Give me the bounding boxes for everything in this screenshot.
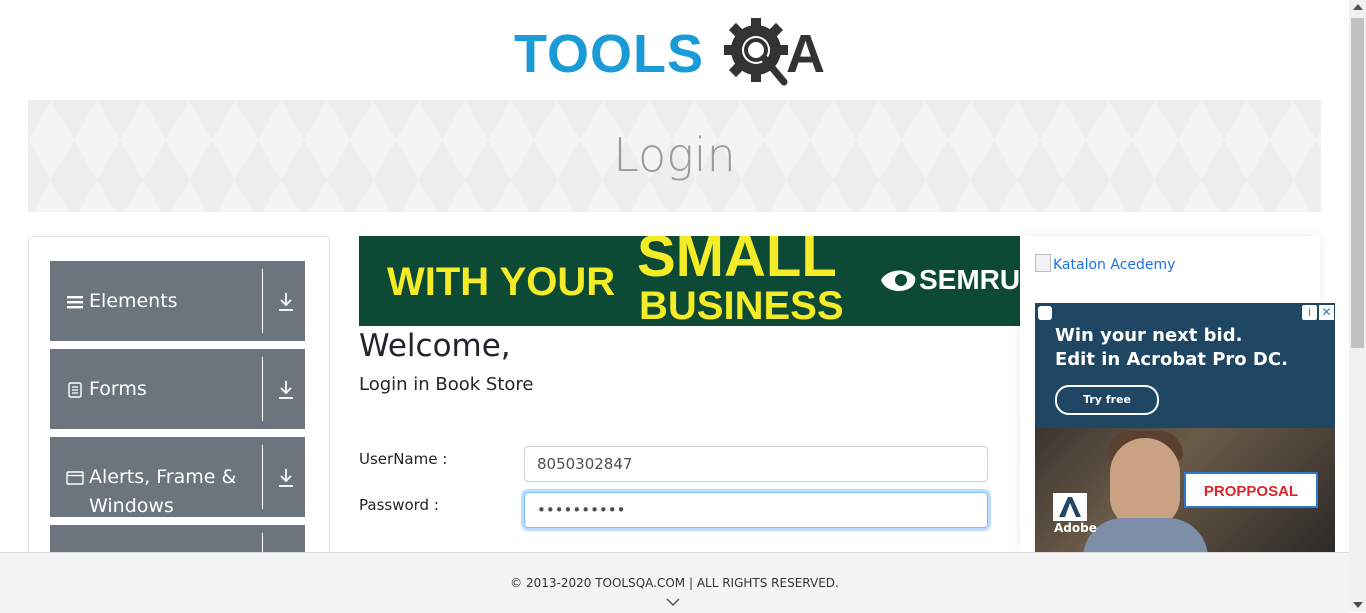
scrollbar-thumb[interactable] (1351, 18, 1364, 348)
ad-text: SMALL (637, 236, 837, 289)
sidebar: Elements Forms Alerts, Frame & Windows (28, 236, 330, 605)
username-label: UserName : (359, 450, 448, 468)
download-icon[interactable] (276, 379, 296, 401)
try-free-button[interactable]: Try free (1055, 385, 1159, 415)
semrush-logo-icon (881, 270, 916, 291)
ad-text: BUSINESS (639, 284, 844, 326)
ad-privacy-icon[interactable] (1038, 306, 1052, 320)
adobe-brand: Adobe (1054, 521, 1097, 535)
ad-text: WITH YOUR (387, 260, 616, 304)
ad-photo-face (1110, 438, 1180, 528)
username-input[interactable] (524, 446, 988, 482)
sidebar-group-label: Elements (89, 290, 178, 312)
divider (262, 269, 263, 333)
password-label: Password : (359, 496, 439, 514)
katalon-alt-text: Katalon Acedemy (1053, 257, 1176, 273)
adobe-logo-icon (1053, 493, 1087, 521)
ad-headline: Win your next bid. (1055, 325, 1243, 346)
toolsqa-logo[interactable]: TOOLS A (514, 14, 839, 92)
footer: © 2013-2020 TOOLSQA.COM | ALL RIGHTS RES… (0, 552, 1349, 613)
download-icon[interactable] (276, 467, 296, 489)
logo-suffix: A (786, 24, 825, 84)
katalon-ad-link[interactable]: Katalon Acedemy (1035, 254, 1175, 273)
scroll-up-icon[interactable] (1353, 4, 1363, 10)
password-input[interactable] (524, 492, 988, 528)
ad-photo-shirt (1083, 518, 1208, 553)
page-scrollbar[interactable] (1349, 0, 1366, 612)
welcome-heading: Welcome, (359, 328, 511, 364)
ad-headline: Edit in Acrobat Pro DC. (1055, 349, 1288, 370)
adobe-acrobat-ad[interactable]: i ✕ Win your next bid. Edit in Acrobat P… (1035, 303, 1335, 553)
semrush-ad-banner[interactable]: WITH YOUR SMALL BUSINESS SEMRU (359, 236, 1020, 326)
sidebar-group-alerts[interactable]: Alerts, Frame & Windows (50, 437, 305, 517)
proposal-graphic: PROPPOSAL (1184, 472, 1318, 508)
ad-brand: SEMRU (919, 264, 1020, 295)
divider (262, 445, 263, 509)
copyright-text: © 2013-2020 TOOLSQA.COM | ALL RIGHTS RES… (510, 576, 839, 590)
scroll-down-icon[interactable] (1353, 602, 1363, 608)
ad-info-icon[interactable]: i (1302, 305, 1317, 320)
sidebar-group-elements[interactable]: Elements (50, 261, 305, 341)
sidebar-group-label: Alerts, Frame & Windows (89, 466, 237, 517)
sidebar-group-label: Forms (89, 378, 147, 400)
divider (262, 357, 263, 421)
page-title: Login (613, 128, 736, 182)
window-icon (66, 471, 84, 485)
page-header-banner: Login (28, 100, 1321, 212)
sidebar-group-forms[interactable]: Forms (50, 349, 305, 429)
hamburger-icon (67, 296, 83, 309)
login-subheading: Login in Book Store (359, 374, 534, 395)
ad-close-icon[interactable]: ✕ (1319, 305, 1334, 320)
download-icon[interactable] (276, 291, 296, 313)
logo-text: TOOLS (514, 24, 705, 84)
broken-image-icon (1035, 254, 1051, 272)
document-icon (68, 382, 82, 398)
chevron-down-icon[interactable] (666, 597, 680, 607)
